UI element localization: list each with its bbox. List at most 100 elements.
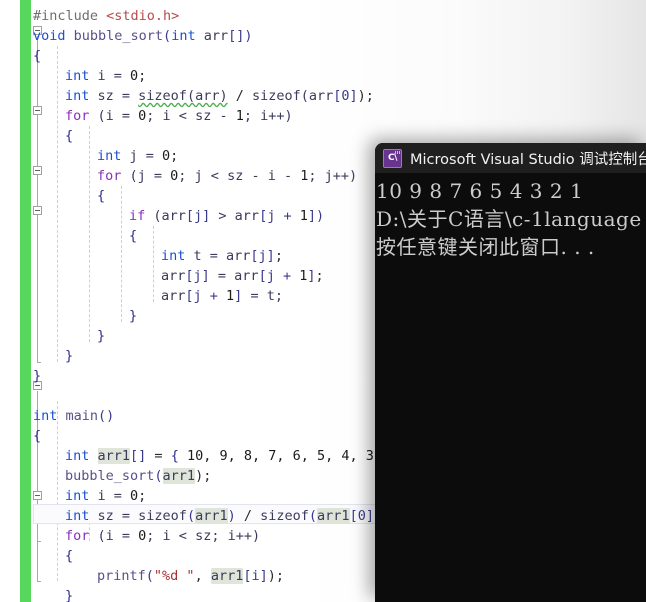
code-token: int bbox=[65, 68, 98, 84]
code-token: (arr bbox=[300, 88, 334, 104]
code-token: if bbox=[129, 208, 154, 224]
code-token: , bbox=[194, 568, 211, 584]
code-token: 0 bbox=[130, 488, 139, 504]
code-line: { bbox=[65, 126, 73, 146]
console-output-line: 10 9 8 7 6 5 4 3 2 1 bbox=[376, 179, 584, 203]
code-token: for bbox=[65, 528, 98, 544]
code-token: / bbox=[235, 508, 261, 524]
code-token: { bbox=[97, 188, 106, 204]
console-icon-dots bbox=[395, 150, 400, 154]
code-line: { bbox=[33, 426, 41, 446]
console-icon-glyph: C\ bbox=[388, 152, 397, 163]
code-line: #include <stdio.h> bbox=[33, 6, 179, 26]
console-output-area[interactable]: 10 9 8 7 6 5 4 3 2 1 D:\关于C语言\c-1languag… bbox=[375, 173, 646, 602]
code-line: { bbox=[129, 226, 137, 246]
code-line: bubble_sort(arr1); bbox=[65, 466, 211, 486]
code-token: sz = bbox=[97, 508, 139, 524]
code-token: void bbox=[33, 28, 74, 44]
code-line: void bubble_sort(int arr[]) bbox=[33, 26, 252, 46]
code-token: sizeof bbox=[251, 88, 301, 104]
code-token: ; j < sz - i - bbox=[178, 168, 301, 184]
code-line: } bbox=[65, 586, 73, 602]
code-token: ; j++) bbox=[308, 168, 358, 184]
code-token: arr1 bbox=[317, 508, 350, 524]
code-token: ); bbox=[267, 568, 284, 584]
code-token: ; bbox=[315, 268, 324, 284]
code-token: 0 bbox=[130, 68, 139, 84]
code-token: bubble_sort bbox=[73, 28, 164, 44]
code-token: ); bbox=[357, 88, 374, 104]
console-title: Microsoft Visual Studio 调试控制台 bbox=[410, 151, 646, 168]
code-token: <stdio.h> bbox=[106, 8, 180, 24]
code-line: for (i = 0; i < sz; i++) bbox=[65, 526, 260, 546]
code-token: arr bbox=[161, 288, 186, 304]
code-line: arr[j] = arr[j + 1]; bbox=[161, 266, 324, 286]
code-token: { bbox=[65, 548, 74, 564]
code-token: / bbox=[227, 88, 252, 104]
code-token: main bbox=[65, 408, 99, 424]
code-token: []) bbox=[228, 28, 253, 44]
code-token: #include bbox=[33, 8, 107, 24]
code-line: int sz = sizeof(arr) / sizeof(arr[0]); bbox=[65, 86, 374, 106]
code-line: } bbox=[65, 346, 73, 366]
code-token: i = bbox=[97, 68, 131, 84]
code-token: (arr bbox=[153, 208, 186, 224]
code-line: int j = 0; bbox=[97, 146, 178, 166]
code-token: ( bbox=[145, 568, 154, 584]
code-token: ; i < sz - bbox=[146, 108, 236, 124]
code-token: [0] bbox=[333, 88, 358, 104]
console-titlebar[interactable]: C\ Microsoft Visual Studio 调试控制台 bbox=[375, 143, 646, 173]
code-token: = t; bbox=[242, 288, 283, 304]
code-token: ( bbox=[154, 468, 163, 484]
code-token: () bbox=[98, 408, 115, 424]
code-token: sizeof bbox=[138, 508, 187, 524]
code-line: printf("%d ", arr1[i]); bbox=[97, 566, 284, 586]
code-token: ; i < sz; i++) bbox=[146, 528, 261, 544]
code-token: [] bbox=[130, 448, 147, 464]
code-token: sizeof bbox=[260, 508, 309, 524]
code-token: int bbox=[161, 248, 194, 264]
code-token: printf bbox=[97, 568, 146, 584]
code-token: for bbox=[65, 108, 98, 124]
code-token: [j] bbox=[185, 208, 211, 224]
code-token: ( bbox=[186, 508, 196, 524]
code-token: 0 bbox=[162, 148, 171, 164]
code-token: "%d " bbox=[153, 568, 195, 584]
code-token: ; i++) bbox=[243, 108, 293, 124]
code-token: arr bbox=[161, 268, 186, 284]
code-token: > arr bbox=[210, 208, 260, 224]
code-token: ) bbox=[227, 508, 236, 524]
code-line: } bbox=[33, 366, 41, 386]
code-token: } bbox=[65, 588, 74, 602]
code-line: for (i = 0; i < sz - 1; i++) bbox=[65, 106, 293, 126]
code-token: sz = bbox=[97, 88, 139, 104]
code-token: (arr) bbox=[186, 88, 228, 104]
code-token: arr1 bbox=[162, 468, 196, 484]
code-token: } bbox=[65, 348, 74, 364]
code-token: int bbox=[65, 88, 98, 104]
debug-console-window[interactable]: C\ Microsoft Visual Studio 调试控制台 10 9 8 … bbox=[375, 143, 646, 602]
code-token: int bbox=[171, 28, 204, 44]
code-token: sizeof bbox=[138, 88, 187, 104]
code-token: [j + bbox=[185, 288, 227, 304]
code-token: arr1 bbox=[210, 568, 244, 584]
code-line: { bbox=[65, 546, 73, 566]
code-token: 1 bbox=[235, 108, 244, 124]
code-line: { bbox=[97, 186, 105, 206]
code-token: ( bbox=[308, 508, 318, 524]
code-token: ( bbox=[163, 28, 172, 44]
code-token: [j] bbox=[185, 268, 210, 284]
code-token: [j + bbox=[258, 268, 300, 284]
code-token: { bbox=[170, 448, 187, 464]
code-token: [j] bbox=[250, 248, 275, 264]
code-token: arr1 bbox=[195, 508, 228, 524]
csharp-console-icon: C\ bbox=[383, 148, 402, 168]
code-token: for bbox=[97, 168, 130, 184]
code-token: (i = bbox=[97, 528, 139, 544]
code-token: { bbox=[33, 428, 42, 444]
console-output-line: 按任意键关闭此窗口. . . bbox=[376, 235, 595, 259]
code-token: bubble_sort bbox=[65, 468, 155, 484]
code-token: int bbox=[65, 508, 98, 524]
code-token: 1 bbox=[299, 208, 308, 224]
code-line: int main() bbox=[33, 406, 114, 426]
